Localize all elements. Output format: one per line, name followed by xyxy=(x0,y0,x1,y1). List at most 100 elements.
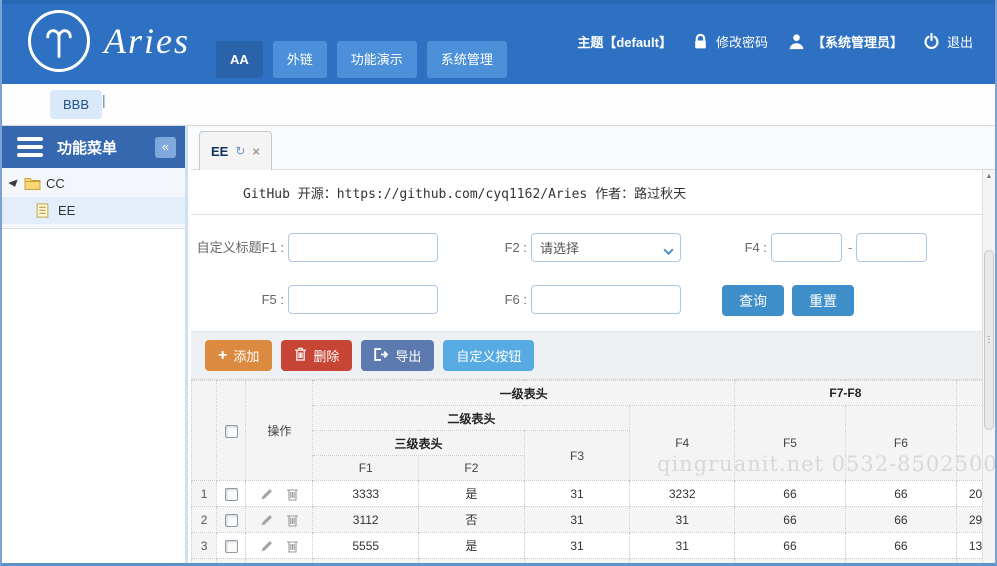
delete-trash-icon[interactable] xyxy=(286,513,299,527)
current-user[interactable]: 【系统管理员】 xyxy=(788,32,903,51)
operation-header: 操作 xyxy=(245,380,314,481)
column-header-f7[interactable]: F7 xyxy=(955,405,982,481)
cell-f6: 66 xyxy=(844,558,957,563)
row-actions xyxy=(245,506,314,533)
column-header-f4[interactable]: F4 xyxy=(629,405,736,481)
cell-f2: 否 xyxy=(418,506,525,533)
column-header-f2[interactable]: F2 xyxy=(418,455,525,481)
table-row[interactable]: 3 5555 是 31 31 66 66 13 xyxy=(191,532,982,559)
app-logo[interactable]: Aries xyxy=(28,10,190,72)
nav-item-external-links[interactable]: 外链 xyxy=(272,41,327,78)
export-button[interactable]: 导出 xyxy=(361,340,435,371)
delete-button[interactable]: 删除 xyxy=(281,340,353,371)
scrollbar-up-icon[interactable]: ▲ xyxy=(983,170,995,184)
user-name-label: 【系统管理员】 xyxy=(811,35,903,50)
cell-f6: 66 xyxy=(844,506,957,533)
delete-trash-icon[interactable] xyxy=(286,487,299,501)
row-number: 1 xyxy=(191,480,218,507)
row-select-cell xyxy=(216,506,247,533)
f1-input[interactable] xyxy=(288,233,438,262)
chevron-down-icon xyxy=(663,243,674,258)
tab-strip: EE ↻ × xyxy=(191,126,995,170)
content-panel: GitHub 开源：https://github.com/cyq1162/Ari… xyxy=(191,170,982,563)
cell-f7: 400000 xyxy=(955,558,982,563)
logo-text: Aries xyxy=(104,21,190,61)
cell-f1: 3333 xyxy=(312,480,420,507)
aries-logo-icon xyxy=(28,10,90,72)
tree-expander-icon[interactable] xyxy=(8,178,20,189)
cell-f4: 31 xyxy=(629,506,736,533)
f2-select[interactable]: 请选择 xyxy=(531,233,681,262)
menu-tree: CC EE xyxy=(2,168,185,229)
folder-icon xyxy=(24,176,41,191)
row-checkbox[interactable] xyxy=(224,539,238,553)
cell-f5: 66 xyxy=(734,480,846,507)
row-checkbox[interactable] xyxy=(224,487,238,501)
cell-f3: 31 xyxy=(523,532,631,559)
breadcrumb-item[interactable]: BBB xyxy=(50,90,103,119)
header-right: 主题【default】 修改密码 【系统管理员】 退出 xyxy=(577,32,973,51)
row-select-cell xyxy=(216,558,247,563)
f6-input[interactable] xyxy=(531,285,681,314)
menu-icon[interactable] xyxy=(17,137,43,157)
cell-f5: 66 xyxy=(734,532,846,559)
cell-f2: 是 xyxy=(418,480,525,507)
column-header-f6[interactable]: F6 xyxy=(844,405,957,481)
f4-to-input[interactable] xyxy=(856,233,927,262)
f4-from-input[interactable] xyxy=(771,233,842,262)
theme-label[interactable]: 主题【default】 xyxy=(577,32,672,51)
nav-item-aa[interactable]: AA xyxy=(216,41,263,78)
plus-icon: + xyxy=(218,346,228,364)
cell-f1: 3116 xyxy=(312,558,420,563)
edit-pencil-icon[interactable] xyxy=(260,513,274,527)
tree-node-ee[interactable]: EE xyxy=(2,197,185,224)
nav-item-feature-demo[interactable]: 功能演示 xyxy=(336,41,417,78)
app-window: Aries AA 外链 功能演示 系统管理 主题【default】 修改密码 【… xyxy=(0,0,997,566)
level1-group-header: 一级表头 xyxy=(312,380,736,406)
table-row[interactable]: 4 3116 是 666 21 xyxy=(191,558,982,563)
breadcrumb-bar: BBB | xyxy=(2,84,995,126)
row-number: 2 xyxy=(191,506,218,533)
row-number-header xyxy=(191,380,218,481)
column-header-f3[interactable]: F3 xyxy=(523,430,631,481)
sidebar-header: 功能菜单 « xyxy=(2,126,185,168)
tab-ee[interactable]: EE ↻ × xyxy=(199,131,272,170)
scrollbar-thumb[interactable] xyxy=(984,250,994,430)
f5-input[interactable] xyxy=(288,285,438,314)
row-checkbox[interactable] xyxy=(224,513,238,527)
select-all-checkbox[interactable] xyxy=(224,424,238,438)
breadcrumb-separator: | xyxy=(102,92,106,108)
lock-icon xyxy=(692,33,709,50)
row-select-cell xyxy=(216,480,247,507)
logout-link[interactable]: 退出 xyxy=(923,32,973,51)
user-icon xyxy=(788,33,805,50)
edit-pencil-icon[interactable] xyxy=(260,487,274,501)
range-separator: - xyxy=(848,240,853,255)
query-button[interactable]: 查询 xyxy=(722,285,784,316)
tab-label: EE xyxy=(211,143,229,159)
table-row[interactable]: 2 3112 否 31 31 66 66 29 xyxy=(191,506,982,533)
tree-node-label: EE xyxy=(58,203,76,218)
grid-toolbar: + 添加 删除 导出 自定义按钮 xyxy=(191,332,982,380)
column-header-f1[interactable]: F1 xyxy=(312,455,420,481)
column-header-f5[interactable]: F5 xyxy=(734,405,846,481)
add-button[interactable]: + 添加 xyxy=(205,340,273,371)
sidebar-collapse-button[interactable]: « xyxy=(155,136,176,158)
row-number: 3 xyxy=(191,532,218,559)
vertical-scrollbar[interactable]: ▲ xyxy=(982,170,995,563)
change-password-link[interactable]: 修改密码 xyxy=(692,32,768,51)
delete-trash-icon[interactable] xyxy=(286,539,299,553)
tab-refresh-icon[interactable]: ↻ xyxy=(235,144,245,158)
nav-item-system-admin[interactable]: 系统管理 xyxy=(426,41,507,78)
edit-pencil-icon[interactable] xyxy=(260,539,274,553)
tab-close-icon[interactable]: × xyxy=(252,144,260,159)
table-row[interactable]: 1 3333 是 31 3232 66 66 20 xyxy=(191,480,982,507)
reset-button[interactable]: 重置 xyxy=(792,285,854,316)
tree-node-cc[interactable]: CC xyxy=(2,170,185,197)
trash-icon xyxy=(294,347,307,364)
cell-f7: 1300000 xyxy=(955,532,982,559)
row-actions xyxy=(245,480,314,507)
custom-button[interactable]: 自定义按钮 xyxy=(443,340,535,371)
cell-f6: 66 xyxy=(844,532,957,559)
cell-f1: 3112 xyxy=(312,506,420,533)
